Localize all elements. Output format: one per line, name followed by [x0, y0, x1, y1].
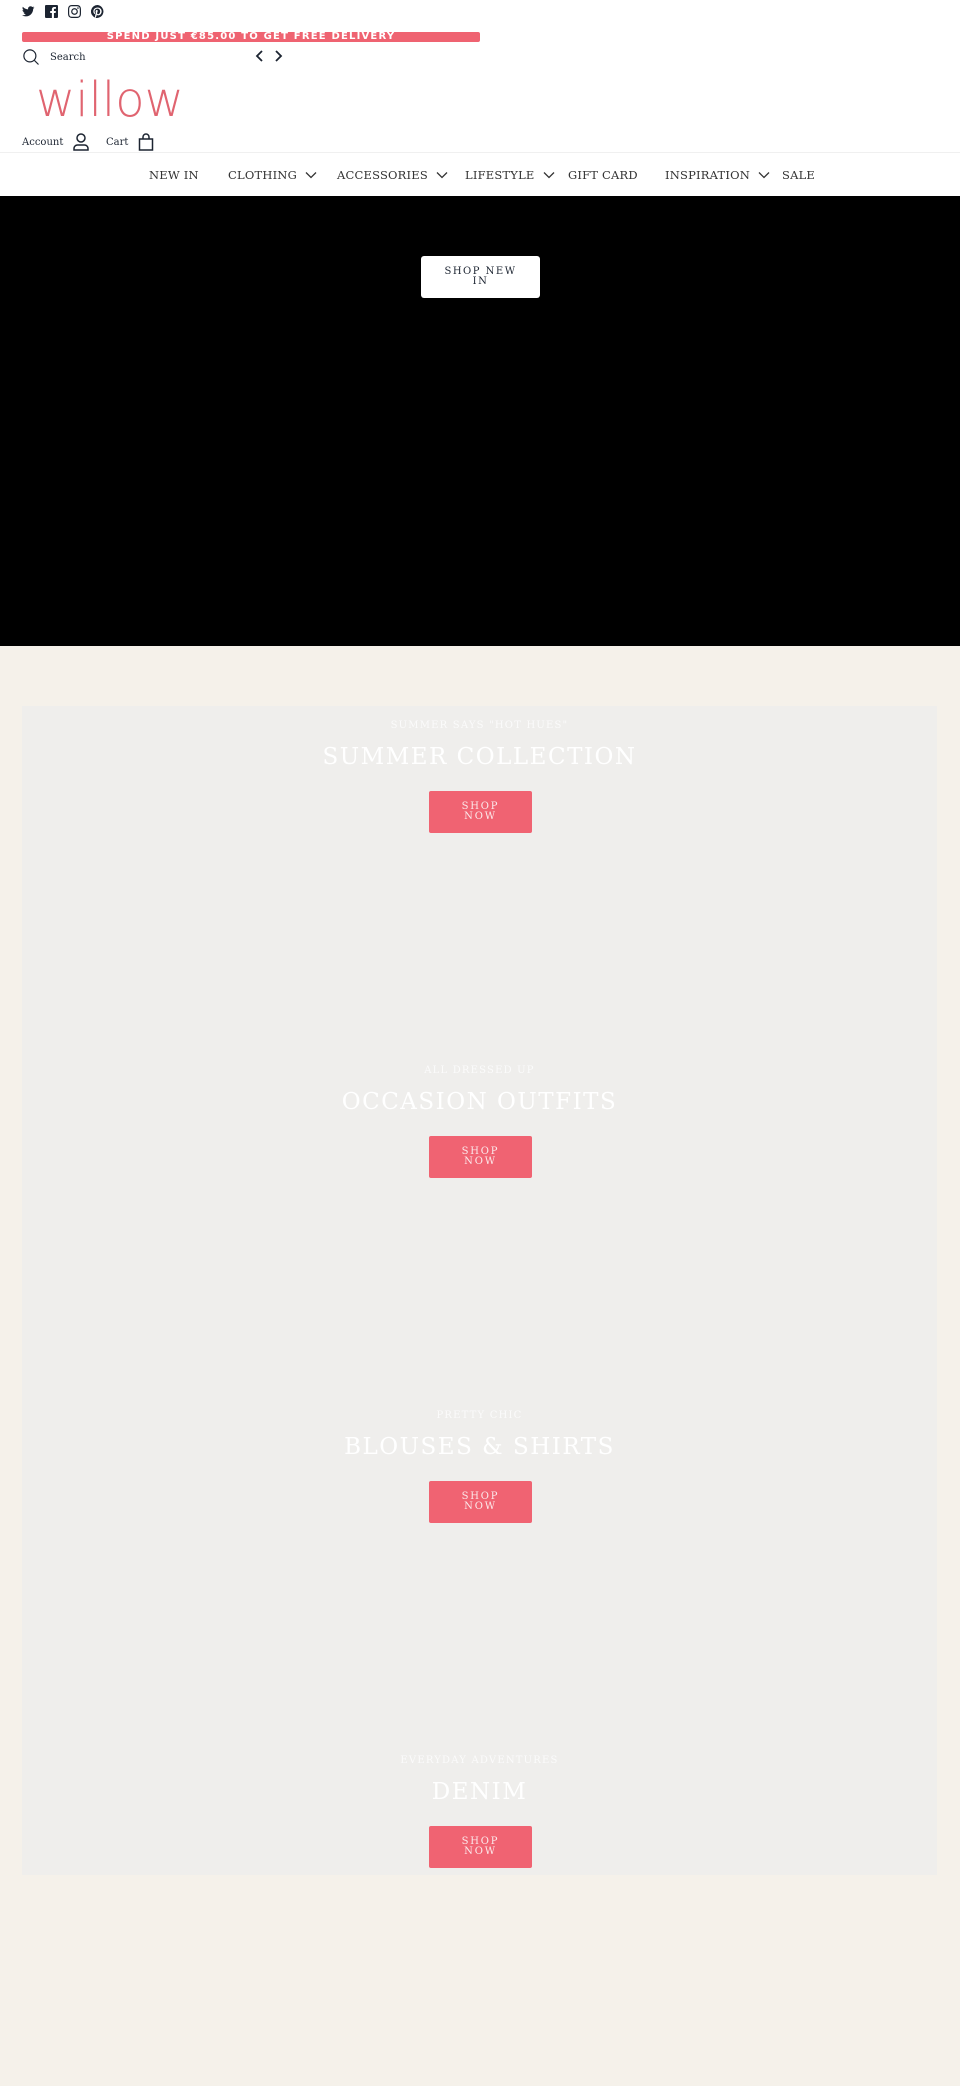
- nav-item-clothing[interactable]: CLOTHING: [228, 168, 317, 182]
- nav-label: SALE: [782, 168, 816, 182]
- announcement-text: SPEND JUST €85.00 TO GET FREE DELIVERY: [106, 32, 396, 42]
- tile-eyebrow: SUMMER SAYS "HOT HUES": [390, 720, 569, 731]
- shop-new-in-button[interactable]: SHOP NEW IN: [421, 256, 540, 298]
- tile-eyebrow: PRETTY CHIC: [436, 1410, 523, 1421]
- nav-label: INSPIRATION: [665, 168, 751, 182]
- twitter-icon[interactable]: [22, 5, 35, 18]
- cart-link[interactable]: Cart: [106, 133, 154, 151]
- collection-tile-summer[interactable]: SUMMER SAYS "HOT HUES" SUMMER COLLECTION…: [22, 706, 937, 1051]
- tile-eyebrow: ALL DRESSED UP: [424, 1065, 535, 1076]
- announcement-bar: SPEND JUST €85.00 TO GET FREE DELIVERY: [22, 32, 480, 42]
- previous-announcement-button[interactable]: [255, 49, 265, 63]
- user-icon: [73, 133, 90, 151]
- nav-item-lifestyle[interactable]: LIFESTYLE: [465, 168, 555, 182]
- chevron-down-icon: [543, 172, 554, 179]
- tile-title: DENIM: [431, 1779, 528, 1805]
- chevron-down-icon: [436, 172, 448, 179]
- tile-title: BLOUSES & SHIRTS: [344, 1434, 615, 1460]
- chevron-down-icon: [305, 172, 317, 179]
- chevron-left-icon: [255, 50, 263, 62]
- nav-label: GIFT CARD: [568, 168, 638, 182]
- hero-banner: SHOP NEW IN: [0, 196, 960, 646]
- shop-now-button[interactable]: SHOP NOW: [429, 1481, 532, 1523]
- pinterest-icon[interactable]: [91, 5, 104, 18]
- nav-item-new-in[interactable]: NEW IN: [149, 168, 199, 182]
- nav-label: LIFESTYLE: [465, 168, 535, 182]
- tile-title: OCCASION OUTFITS: [341, 1089, 618, 1115]
- collection-tile-blouses[interactable]: PRETTY CHIC BLOUSES & SHIRTS SHOP NOW: [22, 1396, 937, 1741]
- announcement-nav: [255, 49, 283, 63]
- chevron-down-icon: [758, 172, 770, 179]
- nav-item-gift-card[interactable]: GIFT CARD: [568, 168, 638, 182]
- account-link[interactable]: Account: [22, 133, 90, 151]
- main-navigation: NEW IN CLOTHING ACCESSORIES LIFESTYLE GI…: [0, 152, 960, 196]
- account-label: Account: [22, 136, 64, 148]
- chevron-right-icon: [275, 50, 283, 62]
- nav-label: CLOTHING: [228, 168, 297, 182]
- nav-item-sale[interactable]: SALE: [782, 168, 815, 182]
- shop-now-button[interactable]: SHOP NOW: [429, 1826, 532, 1868]
- next-announcement-button[interactable]: [273, 49, 283, 63]
- nav-label: NEW IN: [149, 168, 199, 182]
- shop-now-button[interactable]: SHOP NOW: [429, 791, 532, 833]
- facebook-icon[interactable]: [45, 5, 58, 18]
- shopping-bag-icon: [139, 133, 154, 151]
- tile-eyebrow: EVERYDAY ADVENTURES: [400, 1755, 559, 1766]
- tile-title: SUMMER COLLECTION: [322, 744, 637, 770]
- collection-tiles: SUMMER SAYS "HOT HUES" SUMMER COLLECTION…: [22, 706, 937, 1875]
- nav-label: ACCESSORIES: [337, 168, 428, 182]
- search-icon: [23, 49, 39, 65]
- nav-item-inspiration[interactable]: INSPIRATION: [665, 168, 770, 182]
- collection-tile-denim[interactable]: EVERYDAY ADVENTURES DENIM SHOP NOW: [22, 1741, 937, 2086]
- site-logo[interactable]: willow: [36, 76, 184, 124]
- search-button[interactable]: Search: [22, 48, 86, 66]
- collection-tile-occasion[interactable]: ALL DRESSED UP OCCASION OUTFITS SHOP NOW: [22, 1051, 937, 1396]
- instagram-icon[interactable]: [68, 5, 81, 18]
- social-links: [22, 5, 104, 18]
- nav-item-accessories[interactable]: ACCESSORIES: [337, 168, 448, 182]
- site-header: SPEND JUST €85.00 TO GET FREE DELIVERY S…: [0, 0, 960, 152]
- search-label: Search: [50, 51, 86, 63]
- cart-label: Cart: [106, 136, 129, 148]
- shop-now-button[interactable]: SHOP NOW: [429, 1136, 532, 1178]
